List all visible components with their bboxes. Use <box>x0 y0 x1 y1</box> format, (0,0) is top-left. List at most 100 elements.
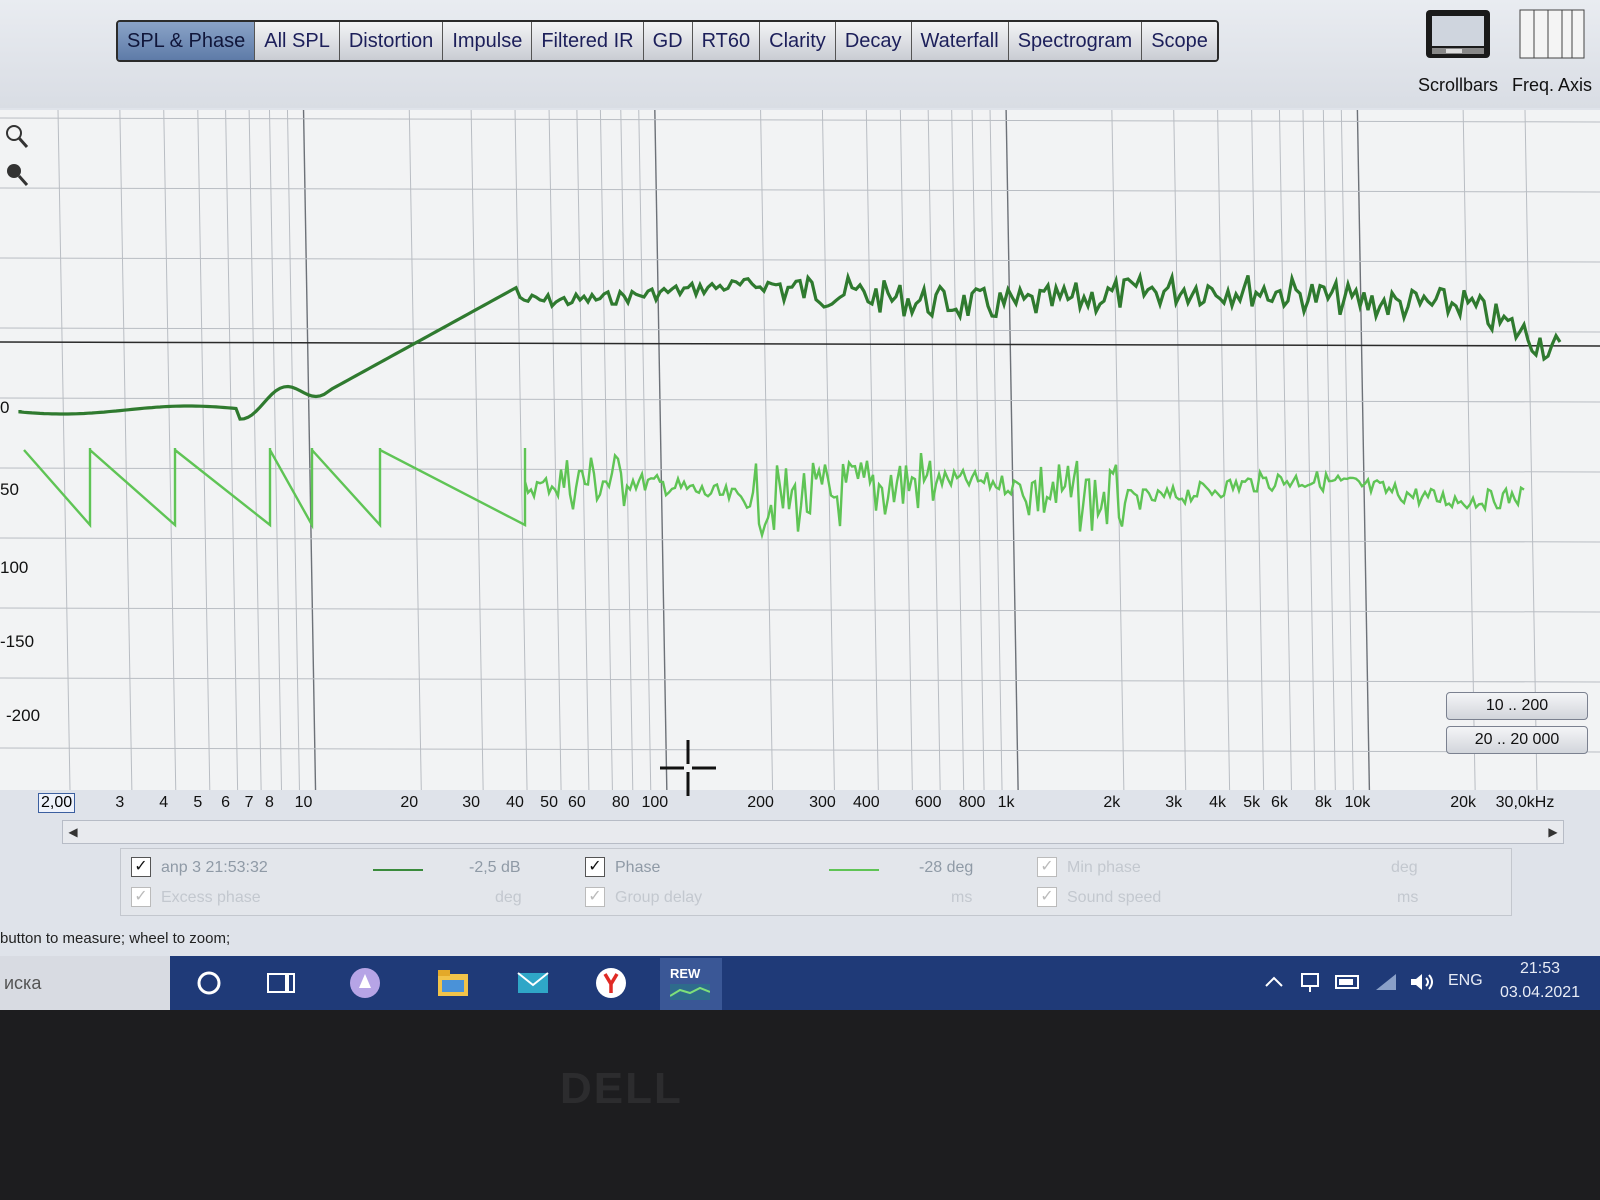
file-explorer-icon[interactable] <box>436 966 470 1000</box>
group-delay-unit: ms <box>951 889 973 906</box>
x-tick-label: 200 <box>747 794 774 811</box>
x-tick-label: 1k <box>997 794 1015 811</box>
x-tick-label: 4 <box>159 794 169 811</box>
x-tick-label: 300 <box>809 794 836 811</box>
horizontal-scrollbar[interactable]: ◀ ▶ <box>62 820 1564 844</box>
x-tick-label: 20k <box>1450 794 1477 811</box>
x-tick-label: 20 <box>400 794 419 811</box>
tab-distortion[interactable]: Distortion <box>339 22 444 60</box>
language-indicator[interactable]: ENG <box>1448 972 1483 990</box>
phase-swatch <box>829 869 879 871</box>
tab-all-spl[interactable]: All SPL <box>255 22 340 60</box>
x-tick-label: 80 <box>611 794 630 811</box>
graph-plot[interactable] <box>0 110 1600 790</box>
x-tick-label: 5 <box>193 794 203 811</box>
tab-impulse[interactable]: Impulse <box>443 22 533 60</box>
x-tick-label: 10k <box>1344 794 1371 811</box>
rew-app-label: REW <box>670 966 701 981</box>
taskbar-search-box[interactable]: иска <box>0 956 170 1010</box>
windows-taskbar: иска REW ENG 21:53 03.04.2021 <box>0 956 1600 1010</box>
crosshair-cursor-icon <box>660 740 716 796</box>
x-tick-label: 4k <box>1209 794 1227 811</box>
excess-phase-unit: deg <box>495 889 522 906</box>
zoom-out-icon[interactable] <box>2 160 30 188</box>
scroll-left-icon[interactable]: ◀ <box>63 821 83 843</box>
clock-time[interactable]: 21:53 <box>1520 960 1560 978</box>
x-tick-label: 2k <box>1103 794 1121 811</box>
x-tick-label: 6 <box>221 794 231 811</box>
scroll-right-icon[interactable]: ▶ <box>1543 821 1563 843</box>
x-tick-label: 7 <box>244 794 254 811</box>
tab-scope[interactable]: Scope <box>1142 22 1217 60</box>
wifi-icon[interactable] <box>1374 970 1398 994</box>
x-tick-label: 5k <box>1243 794 1261 811</box>
cortana-icon[interactable] <box>192 966 226 1000</box>
toolbar: SPL & Phase All SPL Distortion Impulse Filte… <box>0 0 1600 108</box>
tab-clarity[interactable]: Clarity <box>760 22 836 60</box>
scrollbars-button[interactable]: Scrollbars <box>1418 8 1498 96</box>
status-bar: button to measure; wheel to zoom; <box>0 930 231 947</box>
y-tick-label: 50 <box>0 480 19 499</box>
x-tick-label: 50 <box>540 794 558 811</box>
phase-range-button[interactable]: 10 .. 200 <box>1446 692 1588 720</box>
group-delay-checkbox[interactable]: ✓ <box>585 887 605 907</box>
tab-waterfall[interactable]: Waterfall <box>911 22 1009 60</box>
legend-panel: ✓ anp 3 21:53:32 -2,5 dB ✓ Phase -28 deg… <box>120 848 1512 916</box>
tab-gd[interactable]: GD <box>643 22 693 60</box>
volume-icon[interactable] <box>1408 970 1436 994</box>
clock-date[interactable]: 03.04.2021 <box>1500 984 1580 1002</box>
freq-axis-label: Freq. Axis <box>1512 75 1593 95</box>
freq-axis-icon <box>1519 9 1585 59</box>
measurement-checkbox[interactable]: ✓ <box>131 857 151 877</box>
x-tick-label: 600 <box>914 794 942 811</box>
mail-icon[interactable] <box>516 966 550 1000</box>
x-tick-label: 40 <box>506 794 524 811</box>
tab-rt60[interactable]: RT60 <box>692 22 761 60</box>
yandex-browser-icon[interactable] <box>594 966 628 1000</box>
x-tick-label: 100 <box>641 794 669 811</box>
x-tick-label: 60 <box>567 794 586 811</box>
chevron-up-icon[interactable] <box>1262 970 1286 994</box>
dell-logo: DELL <box>560 1064 683 1113</box>
sound-speed-checkbox[interactable]: ✓ <box>1037 887 1057 907</box>
alice-icon[interactable] <box>348 966 382 1000</box>
battery-icon[interactable] <box>1334 970 1362 994</box>
y-tick-label: -200 <box>6 706 41 725</box>
min-phase-unit: deg <box>1391 859 1418 876</box>
x-tick-label: 400 <box>852 794 880 811</box>
x-tick-label: 3 <box>115 794 125 811</box>
zoom-in-icon[interactable] <box>2 122 30 150</box>
tab-filtered-ir[interactable]: Filtered IR <box>532 22 644 60</box>
x-tick-label: 8k <box>1314 794 1332 811</box>
excess-phase-label: Excess phase <box>161 889 261 906</box>
graph-area[interactable]: 0 50 100 -150 -200 10 .. 200 20 .. 20 00… <box>0 110 1600 796</box>
rew-app-icon <box>670 984 710 1000</box>
y-tick-label: 100 <box>0 558 29 577</box>
x-axis: 3 4 5 6 7 8 10 20 30 40 50 60 80 100 200 300 400 600 800 1k… <box>0 790 1600 816</box>
spl-swatch <box>373 869 423 871</box>
x-tick-label: 800 <box>958 794 986 811</box>
tab-spl-phase[interactable]: SPL & Phase <box>118 22 256 60</box>
x-tick-label: 6k <box>1271 794 1288 811</box>
x-tick-label: 8 <box>265 794 274 811</box>
group-delay-label: Group delay <box>615 889 703 906</box>
min-phase-label: Min phase <box>1067 859 1141 876</box>
x-tick-label: 10 <box>294 794 313 811</box>
y-tick-label: 0 <box>0 398 10 417</box>
task-view-icon[interactable] <box>264 966 298 1000</box>
measurement-name: anp 3 21:53:32 <box>161 859 268 876</box>
freq-range-button[interactable]: 20 .. 20 000 <box>1446 726 1588 754</box>
x-tick-label: 30 <box>462 794 481 811</box>
network-icon[interactable] <box>1298 970 1322 994</box>
x-tick-label: 3k <box>1165 794 1183 811</box>
sound-speed-unit: ms <box>1397 889 1419 906</box>
freq-axis-button[interactable]: Freq. Axis <box>1512 8 1592 96</box>
scrollbars-icon <box>1426 10 1491 58</box>
excess-phase-checkbox[interactable]: ✓ <box>131 887 151 907</box>
tab-decay[interactable]: Decay <box>835 22 912 60</box>
phase-checkbox[interactable]: ✓ <box>585 857 605 877</box>
rew-taskbar-button[interactable]: REW <box>660 958 722 1010</box>
min-phase-checkbox[interactable]: ✓ <box>1037 857 1057 877</box>
spl-value: -2,5 dB <box>469 859 521 876</box>
tab-spectrogram[interactable]: Spectrogram <box>1008 22 1143 60</box>
